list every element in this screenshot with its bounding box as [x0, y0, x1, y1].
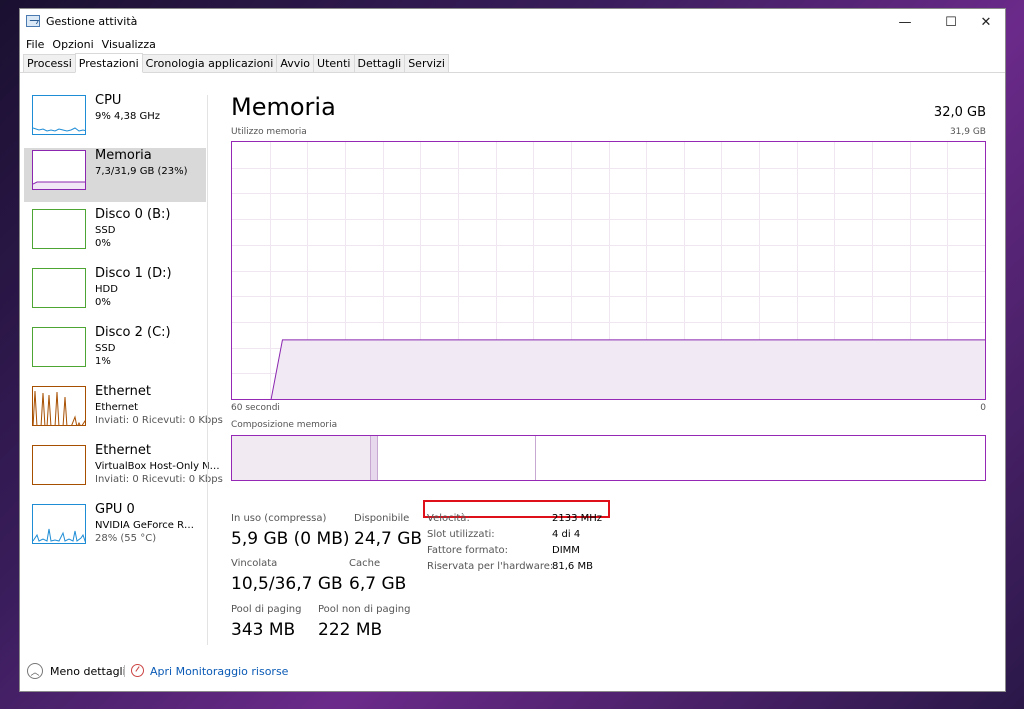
sidebar-item-label: CPU: [95, 93, 122, 108]
available-value: 24,7 GB: [354, 529, 423, 549]
menu-view[interactable]: Visualizza: [102, 38, 162, 51]
graph-time-start: 60 secondi: [231, 403, 280, 413]
sidebar-item-label: GPU 0: [95, 502, 135, 517]
hardware-reserved-label: Riservata per l'hardware:: [427, 561, 554, 572]
tab-startup[interactable]: Avvio: [276, 54, 315, 72]
tab-performance[interactable]: Prestazioni: [74, 53, 143, 73]
paged-pool-label: Pool di paging: [231, 604, 302, 615]
ethernet-thumbnail-graph: [32, 386, 86, 426]
sidebar-item-ethernet-virtualbox[interactable]: Ethernet VirtualBox Host-Only N… Inviati…: [24, 443, 223, 497]
sidebar-item-detail: SSD: [95, 225, 116, 236]
close-button[interactable]: ✕: [963, 9, 1009, 35]
task-manager-window: Gestione attività — ☐ ✕ File Opzioni Vis…: [19, 8, 1006, 692]
sidebar-item-label: Disco 2 (C:): [95, 325, 171, 340]
slots-value: 4 di 4: [552, 529, 581, 540]
sidebar-item-label: Ethernet: [95, 384, 151, 399]
sidebar-item-label: Disco 1 (D:): [95, 266, 172, 281]
tab-strip: Processi Prestazioni Cronologia applicaz…: [20, 53, 1005, 73]
footer-separator: [124, 665, 125, 677]
sidebar-item-detail: SSD: [95, 343, 116, 354]
resource-sidebar: CPU 9% 4,38 GHz Memoria 7,3/31,9 GB (23%…: [20, 93, 223, 653]
sidebar-item-detail: VirtualBox Host-Only N…: [95, 461, 220, 472]
sidebar-item-usage: 0%: [95, 238, 111, 249]
memory-composition-bar: [231, 435, 986, 481]
nonpaged-pool-value: 222 MB: [318, 620, 383, 640]
memory-usage-graph: [231, 141, 986, 400]
tab-app-history[interactable]: Cronologia applicazioni: [141, 54, 278, 72]
tab-processes[interactable]: Processi: [23, 54, 76, 72]
in-use-value: 5,9 GB (0 MB): [231, 529, 350, 549]
speed-value: 2133 MHz: [552, 513, 603, 524]
composition-in-use: [232, 436, 372, 480]
sidebar-item-detail: 9% 4,38 GHz: [95, 111, 161, 122]
disk2-thumbnail-graph: [32, 327, 86, 367]
task-manager-icon: [26, 15, 40, 27]
disk0-thumbnail-graph: [32, 209, 86, 249]
sidebar-divider: [207, 95, 208, 645]
resource-monitor-icon[interactable]: [131, 664, 144, 677]
gpu-thumbnail-graph: [32, 504, 86, 544]
usage-area: [271, 339, 985, 399]
memory-total: 32,0 GB: [933, 105, 986, 120]
sidebar-item-usage: Inviati: 0 Ricevuti: 0 Kbps: [95, 474, 223, 485]
memory-thumbnail-graph: [32, 150, 86, 190]
menu-bar: File Opzioni Visualizza: [20, 35, 1005, 53]
slots-label: Slot utilizzati:: [427, 529, 495, 540]
minimize-button[interactable]: —: [882, 9, 928, 35]
tab-services[interactable]: Servizi: [404, 54, 449, 72]
footer-bar: ︿ Meno dettagli Apri Monitoraggio risors…: [20, 661, 1005, 691]
composition-standby: [378, 436, 537, 480]
sidebar-item-usage: 0%: [95, 297, 111, 308]
sidebar-item-detail: 7,3/31,9 GB (23%): [95, 166, 188, 177]
menu-options[interactable]: Opzioni: [52, 38, 99, 51]
disk1-thumbnail-graph: [32, 268, 86, 308]
usage-graph-label: Utilizzo memoria: [231, 127, 307, 137]
page-title: Memoria: [231, 93, 336, 121]
sidebar-item-cpu[interactable]: CPU 9% 4,38 GHz: [24, 93, 206, 147]
in-use-label: In uso (compressa): [231, 513, 327, 524]
sidebar-item-detail: HDD: [95, 284, 118, 295]
usage-graph-canvas: [232, 142, 985, 399]
sidebar-item-disk-2[interactable]: Disco 2 (C:) SSD 1%: [24, 325, 206, 379]
form-factor-value: DIMM: [552, 545, 580, 556]
menu-file[interactable]: File: [26, 38, 50, 51]
chevron-up-icon[interactable]: ︿: [27, 663, 43, 679]
sidebar-item-disk-1[interactable]: Disco 1 (D:) HDD 0%: [24, 266, 206, 320]
fewer-details-button[interactable]: Meno dettagli: [50, 665, 126, 678]
ethernet-virtualbox-thumbnail-graph: [32, 445, 86, 485]
sidebar-item-label: Ethernet: [95, 443, 151, 458]
composition-label: Composizione memoria: [231, 420, 338, 430]
sidebar-item-usage: Inviati: 0 Ricevuti: 0 Kbps: [95, 415, 223, 426]
committed-label: Vincolata: [231, 558, 278, 569]
hardware-reserved-value: 81,6 MB: [552, 561, 593, 572]
window-title: Gestione attività: [46, 15, 138, 28]
form-factor-label: Fattore formato:: [427, 545, 508, 556]
committed-value: 10,5/36,7 GB: [231, 574, 343, 594]
tab-users[interactable]: Utenti: [313, 54, 355, 72]
usage-graph-max: 31,9 GB: [949, 127, 986, 137]
nonpaged-pool-label: Pool non di paging: [318, 604, 411, 615]
sidebar-item-usage: 1%: [95, 356, 111, 367]
speed-label: Velocità:: [427, 513, 470, 524]
cache-value: 6,7 GB: [349, 574, 407, 594]
paged-pool-value: 343 MB: [231, 620, 296, 640]
composition-modified: [371, 436, 379, 480]
title-bar: Gestione attività — ☐ ✕: [20, 9, 1005, 35]
sidebar-item-detail: Ethernet: [95, 402, 139, 413]
open-resource-monitor-link[interactable]: Apri Monitoraggio risorse: [150, 665, 288, 678]
sidebar-item-label: Memoria: [95, 148, 152, 163]
cache-label: Cache: [349, 558, 381, 569]
sidebar-item-detail: NVIDIA GeForce R…: [95, 520, 195, 531]
graph-time-end: 0: [980, 403, 986, 413]
sidebar-item-gpu[interactable]: GPU 0 NVIDIA GeForce R… 28% (55 °C): [24, 502, 206, 556]
composition-free: [536, 436, 985, 480]
sidebar-item-usage: 28% (55 °C): [95, 533, 157, 544]
cpu-thumbnail-graph: [32, 95, 86, 135]
sidebar-item-memory[interactable]: Memoria 7,3/31,9 GB (23%): [24, 148, 206, 202]
sidebar-item-label: Disco 0 (B:): [95, 207, 171, 222]
sidebar-item-ethernet[interactable]: Ethernet Ethernet Inviati: 0 Ricevuti: 0…: [24, 384, 223, 438]
available-label: Disponibile: [354, 513, 410, 524]
tab-details[interactable]: Dettagli: [353, 54, 406, 72]
sidebar-item-disk-0[interactable]: Disco 0 (B:) SSD 0%: [24, 207, 206, 261]
